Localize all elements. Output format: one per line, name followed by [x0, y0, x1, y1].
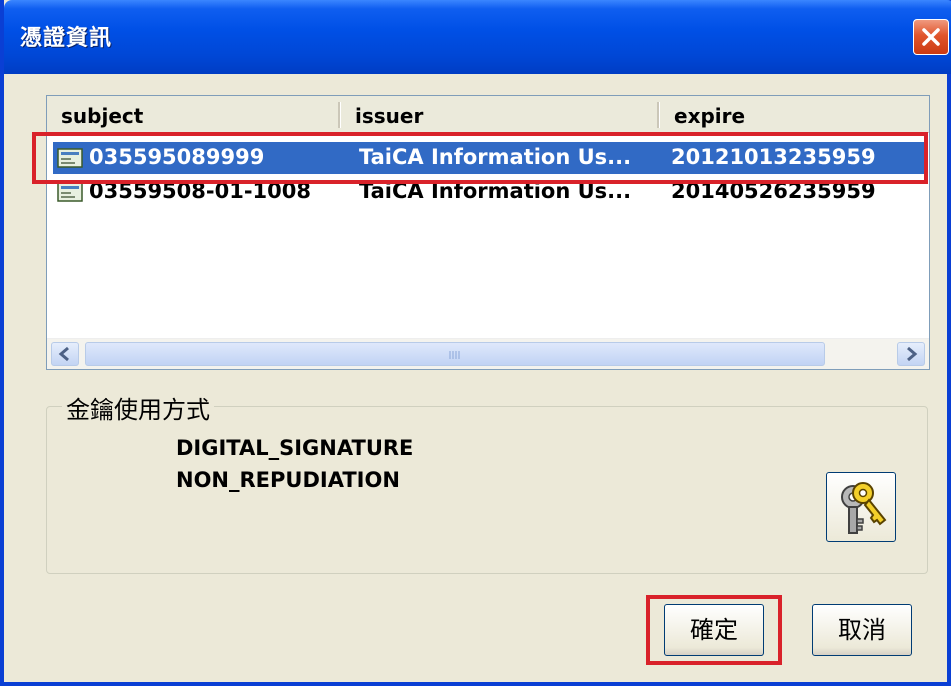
certificate-info-dialog: 憑證資訊 subject issuer expire 035595089999 …: [0, 0, 951, 686]
scroll-right-button[interactable]: [897, 342, 925, 366]
key-usage-item: NON_REPUDIATION: [176, 468, 400, 492]
grip-icon: [449, 351, 460, 359]
key-usage-item: DIGITAL_SIGNATURE: [176, 436, 414, 460]
list-header: subject issuer expire: [47, 96, 929, 133]
scroll-left-icon: [58, 346, 69, 362]
scroll-left-button[interactable]: [51, 342, 79, 366]
highlight-ok-button: [646, 595, 782, 665]
column-header-issuer[interactable]: issuer: [341, 96, 657, 132]
scroll-thumb[interactable]: [85, 342, 825, 366]
keys-icon: [841, 482, 887, 534]
close-icon: [922, 28, 940, 46]
key-usage-label: 金鑰使用方式: [62, 390, 214, 425]
column-header-expire[interactable]: expire: [660, 96, 930, 132]
scroll-right-icon: [907, 346, 918, 362]
highlight-selected-row: [32, 132, 928, 184]
cancel-button[interactable]: 取消: [812, 604, 912, 656]
title-bar[interactable]: 憑證資訊: [4, 0, 951, 74]
window-title: 憑證資訊: [20, 26, 113, 51]
key-details-button[interactable]: [826, 472, 896, 542]
column-header-subject[interactable]: subject: [47, 96, 339, 132]
close-button[interactable]: [913, 19, 949, 55]
horizontal-scrollbar[interactable]: [47, 338, 929, 369]
certificate-icon: [57, 182, 83, 202]
